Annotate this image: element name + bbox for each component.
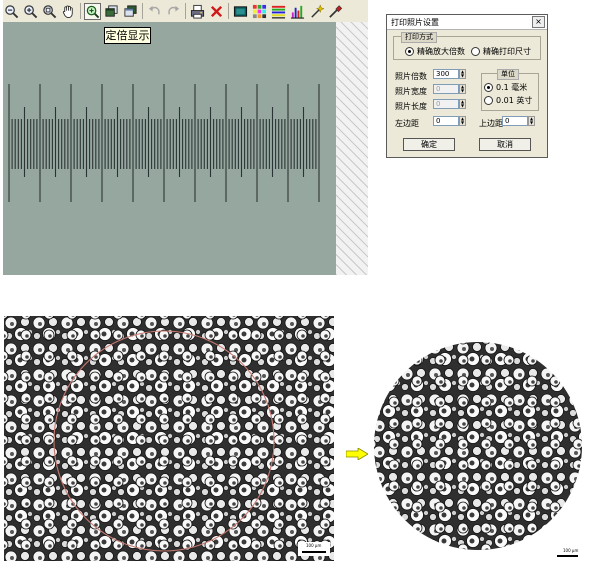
hand-pan-icon[interactable] bbox=[60, 3, 77, 20]
spinner-arrows-icon[interactable]: ▲ ▼ bbox=[528, 116, 535, 126]
micrograph-circular-crop: 100 µm bbox=[372, 341, 585, 562]
photo-magnification-label: 照片倍数 bbox=[395, 72, 427, 81]
photo-length-label: 照片长度 bbox=[395, 102, 427, 111]
calibrated-zoom-icon[interactable] bbox=[84, 2, 101, 20]
micrograph-full: 100 µm bbox=[4, 316, 334, 561]
micrograph-circular-image bbox=[374, 342, 582, 557]
print-icon[interactable] bbox=[189, 3, 206, 20]
photo-width-input: 0 bbox=[433, 84, 459, 94]
spinner-arrows-icon[interactable]: ▲ ▼ bbox=[459, 69, 466, 79]
spinner-arrows-icon: ▲ ▼ bbox=[459, 99, 466, 109]
left-margin-label: 左边距 bbox=[395, 119, 419, 128]
dialog-title: 打印照片设置 bbox=[391, 17, 439, 27]
radio-label: 0.01 英寸 bbox=[496, 96, 533, 105]
eyedropper-icon[interactable] bbox=[327, 3, 344, 20]
photo-magnification-spinner[interactable]: 300 ▲ ▼ bbox=[433, 69, 466, 79]
left-margin-spinner[interactable]: 0 ▲ ▼ bbox=[433, 116, 466, 126]
radio-label: 0.1 毫米 bbox=[496, 83, 528, 92]
top-margin-label: 上边距 bbox=[479, 119, 503, 128]
zoom-fit-icon[interactable] bbox=[41, 3, 58, 20]
arrow-right-icon bbox=[346, 448, 368, 460]
radio-dot bbox=[471, 47, 480, 56]
stage-micrometer-ruler bbox=[8, 84, 320, 202]
color-grid-icon[interactable] bbox=[251, 3, 268, 20]
ok-button[interactable]: 确定 bbox=[403, 138, 455, 151]
toolbar-separator bbox=[142, 3, 143, 19]
radio-dot bbox=[484, 96, 493, 105]
cancel-button[interactable]: 取消 bbox=[479, 138, 531, 151]
toolbar-separator bbox=[80, 3, 81, 19]
left-margin-input[interactable]: 0 bbox=[433, 116, 459, 126]
microscope-view bbox=[3, 22, 336, 275]
frame-icon[interactable] bbox=[232, 3, 249, 20]
radio-dot-selected bbox=[405, 47, 414, 56]
tooltip: 定倍显示 bbox=[104, 27, 151, 44]
toolbar-separator bbox=[185, 3, 186, 19]
radio-unit-inch[interactable]: 0.01 英寸 bbox=[484, 95, 532, 106]
copy-window-icon[interactable] bbox=[103, 3, 120, 20]
dialog-titlebar: 打印照片设置 × bbox=[387, 15, 547, 30]
radio-exact-magnification[interactable]: 精确放大倍数 bbox=[405, 46, 465, 57]
radio-unit-mm[interactable]: 0.1 毫米 bbox=[484, 82, 527, 93]
unit-group-label: 单位 bbox=[497, 69, 519, 80]
photo-length-spinner: 0 ▲ ▼ bbox=[433, 99, 466, 109]
photo-width-label: 照片宽度 bbox=[395, 87, 427, 96]
histogram-icon[interactable] bbox=[289, 3, 306, 20]
radio-exact-print-size[interactable]: 精确打印尺寸 bbox=[471, 46, 531, 57]
delete-icon[interactable] bbox=[208, 3, 225, 20]
zoom-out-icon[interactable] bbox=[3, 3, 20, 20]
print-photo-settings-dialog: 打印照片设置 × 打印方式 精确放大倍数 精确打印尺寸 照片倍数 300 ▲ ▼ … bbox=[386, 14, 548, 158]
top-margin-spinner[interactable]: 0 ▲ ▼ bbox=[502, 116, 535, 126]
micrograph-full-image bbox=[4, 316, 334, 561]
wand-icon[interactable] bbox=[308, 3, 325, 20]
zoom-in-icon[interactable] bbox=[22, 3, 39, 20]
close-icon[interactable]: × bbox=[532, 16, 545, 28]
photo-width-spinner: 0 ▲ ▼ bbox=[433, 84, 466, 94]
scale-bar-label: 100 µm bbox=[306, 543, 322, 548]
empty-canvas-area bbox=[336, 22, 368, 275]
redo-icon[interactable] bbox=[165, 3, 182, 20]
spinner-arrows-icon: ▲ ▼ bbox=[459, 84, 466, 94]
photo-magnification-input[interactable]: 300 bbox=[433, 69, 459, 79]
top-margin-input[interactable]: 0 bbox=[502, 116, 528, 126]
photo-length-input: 0 bbox=[433, 99, 459, 109]
paste-window-icon[interactable] bbox=[122, 3, 139, 20]
microscope-window: 定倍显示 bbox=[3, 0, 368, 276]
undo-icon[interactable] bbox=[146, 3, 163, 20]
scale-bar-label: 100 µm bbox=[563, 548, 579, 553]
print-mode-group-label: 打印方式 bbox=[401, 32, 437, 43]
toolbar bbox=[3, 0, 368, 23]
radio-label: 精确打印尺寸 bbox=[483, 47, 531, 56]
spinner-arrows-icon[interactable]: ▲ ▼ bbox=[459, 116, 466, 126]
radio-dot-selected bbox=[484, 83, 493, 92]
radio-label: 精确放大倍数 bbox=[417, 47, 465, 56]
stripe-icon[interactable] bbox=[270, 3, 287, 20]
toolbar-separator bbox=[228, 3, 229, 19]
